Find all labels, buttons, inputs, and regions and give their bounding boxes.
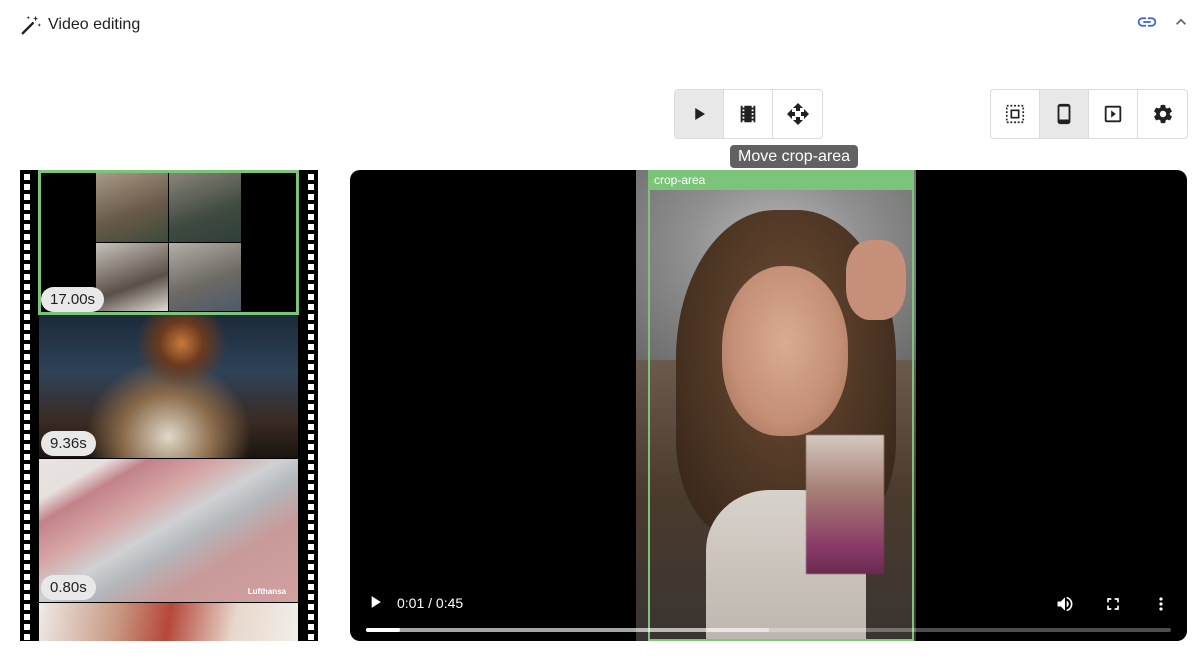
scene-thumbnail[interactable]: Lufthansa 0.80s bbox=[39, 459, 298, 602]
settings-button[interactable] bbox=[1138, 90, 1187, 138]
format-toolbar bbox=[990, 89, 1188, 139]
play-mode-button[interactable] bbox=[675, 90, 724, 138]
fullscreen-button[interactable] bbox=[1101, 592, 1125, 616]
portrait-format-button[interactable] bbox=[1040, 90, 1089, 138]
progress-buffered bbox=[366, 628, 769, 632]
film-perforation bbox=[24, 170, 30, 641]
more-vert-icon bbox=[1159, 597, 1163, 611]
scene-duration: 17.00s bbox=[41, 287, 105, 312]
move-crop-area-button[interactable] bbox=[773, 90, 822, 138]
volume-icon bbox=[1057, 596, 1073, 612]
film-icon bbox=[740, 105, 756, 123]
time-display: 0:01 / 0:45 bbox=[397, 595, 464, 611]
fullscreen-icon bbox=[1107, 598, 1119, 610]
scene-duration: 0.80s bbox=[41, 575, 96, 600]
crop-area-label: crop-area bbox=[650, 170, 912, 190]
gear-icon bbox=[1153, 104, 1172, 124]
tooltip: Move crop-area bbox=[730, 145, 859, 168]
magic-wand-icon bbox=[21, 15, 42, 35]
video-player[interactable]: crop-area 0:01 / 0:45 bbox=[350, 170, 1187, 641]
scene-thumbnail[interactable] bbox=[39, 603, 298, 641]
crop-free-icon bbox=[1005, 104, 1025, 124]
film-perforation bbox=[308, 170, 314, 641]
brand-watermark: Lufthansa bbox=[247, 587, 286, 596]
mode-toolbar bbox=[674, 89, 823, 139]
preview-button[interactable] bbox=[1089, 90, 1138, 138]
panel-header: Video editing bbox=[20, 12, 140, 38]
move-icon bbox=[786, 103, 809, 125]
scene-duration: 9.36s bbox=[41, 431, 96, 456]
page-title: Video editing bbox=[48, 16, 141, 33]
play-button[interactable] bbox=[365, 592, 385, 612]
scene-filmstrip: 17.00s 9.36s Lufthansa 0.80s bbox=[20, 170, 318, 641]
crop-area[interactable]: crop-area bbox=[648, 170, 914, 641]
scene-image bbox=[39, 603, 298, 641]
link-icon[interactable] bbox=[1135, 10, 1159, 34]
more-options-button[interactable] bbox=[1149, 592, 1173, 616]
chevron-up-icon[interactable] bbox=[1169, 10, 1193, 34]
slideshow-icon bbox=[1104, 105, 1122, 123]
play-icon bbox=[695, 108, 705, 120]
scenes-button[interactable] bbox=[724, 90, 773, 138]
video-call-grid-image bbox=[96, 173, 241, 311]
progress-played bbox=[366, 628, 400, 632]
free-crop-button[interactable] bbox=[991, 90, 1040, 138]
phone-portrait-icon bbox=[1057, 103, 1071, 125]
play-icon bbox=[371, 596, 381, 608]
scene-thumbnail[interactable]: 9.36s bbox=[39, 315, 298, 458]
scene-thumbnail[interactable]: 17.00s bbox=[38, 170, 299, 315]
video-controls: 0:01 / 0:45 bbox=[350, 581, 1187, 641]
header-actions bbox=[1135, 10, 1193, 34]
progress-bar[interactable] bbox=[366, 628, 1171, 632]
volume-button[interactable] bbox=[1053, 592, 1077, 616]
